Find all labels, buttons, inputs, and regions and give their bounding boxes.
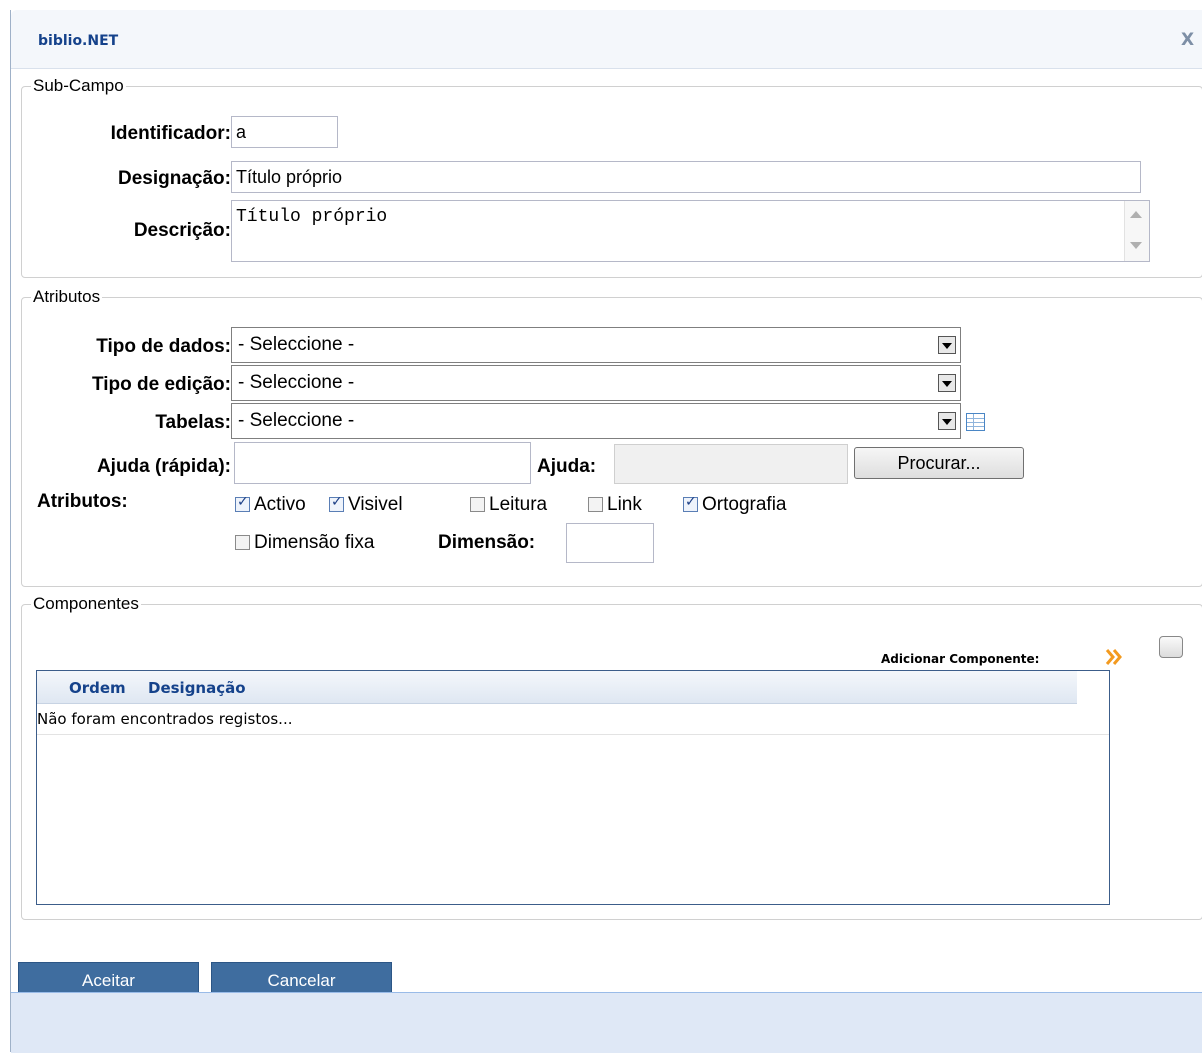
tipo-dados-label: Tipo de dados:: [96, 336, 231, 357]
tabelas-select[interactable]: - Seleccione -: [231, 403, 961, 439]
tipo-edicao-label: Tipo de edição:: [91, 374, 231, 395]
ortografia-checkbox[interactable]: [683, 494, 698, 512]
dimensao-fixa-checkbox[interactable]: [235, 535, 250, 550]
add-component-button[interactable]: [1159, 636, 1183, 658]
close-icon[interactable]: X: [1181, 30, 1194, 50]
componentes-legend: Componentes: [33, 594, 139, 613]
designacao-input[interactable]: Título próprio: [231, 161, 1141, 193]
dialog-titlebar[interactable]: biblio.NET X: [11, 10, 1202, 69]
tabelas-label: Tabelas:: [155, 412, 231, 433]
procurar-button[interactable]: Procurar...: [854, 447, 1024, 479]
activo-checkbox[interactable]: [235, 494, 250, 512]
ajuda-rapida-label: Ajuda (rápida):: [96, 456, 231, 477]
componentes-grid: Ordem Designação Não foram encontrados r…: [36, 670, 1110, 905]
dimensao-fixa-label: Dimensão fixa: [254, 532, 375, 553]
ortografia-label: Ortografia: [702, 494, 787, 515]
leitura-label: Leitura: [489, 494, 548, 515]
descricao-text: Título próprio: [236, 207, 388, 227]
descricao-textarea[interactable]: Título próprio: [231, 200, 1150, 262]
column-designacao[interactable]: Designação: [148, 679, 246, 697]
descricao-scrollbar[interactable]: [1124, 201, 1149, 261]
tipo-dados-value: - Seleccione -: [238, 334, 355, 355]
activo-label: Activo: [254, 494, 306, 515]
visivel-checkbox[interactable]: [329, 494, 344, 512]
descricao-label: Descrição:: [133, 220, 231, 241]
dialog-title: biblio.NET: [38, 33, 119, 49]
dropdown-arrow-icon[interactable]: [938, 336, 956, 354]
subcampo-legend: Sub-Campo: [33, 76, 124, 95]
dimensao-input[interactable]: [566, 523, 654, 563]
atributos-legend: Atributos: [33, 287, 101, 306]
tipo-dados-select[interactable]: - Seleccione -: [231, 327, 961, 363]
grid-header: Ordem Designação: [37, 671, 1077, 704]
dimensao-label: Dimensão:: [438, 532, 536, 553]
dropdown-arrow-icon[interactable]: [938, 412, 956, 430]
leitura-checkbox[interactable]: [470, 497, 485, 512]
dropdown-arrow-icon[interactable]: [938, 374, 956, 392]
identificador-label: Identificador:: [110, 123, 231, 144]
link-checkbox[interactable]: [588, 497, 603, 512]
tipo-edicao-select[interactable]: - Seleccione -: [231, 365, 961, 401]
column-ordem[interactable]: Ordem: [69, 679, 126, 697]
tipo-edicao-value: - Seleccione -: [238, 372, 355, 393]
scroll-up-icon[interactable]: [1130, 211, 1142, 218]
table-icon[interactable]: [966, 413, 985, 431]
adicionar-componente-label: Adicionar Componente:: [881, 652, 1040, 666]
link-label: Link: [607, 494, 642, 515]
ajuda-label: Ajuda:: [537, 456, 597, 477]
tabelas-value: - Seleccione -: [238, 410, 355, 431]
identificador-input[interactable]: a: [231, 116, 338, 148]
ajuda-input[interactable]: [614, 444, 848, 484]
atributos-checkbox-label: Atributos:: [37, 491, 128, 512]
visivel-label: Visivel: [348, 494, 403, 515]
dialog-window: biblio.NET X Sub-Campo Identificador: a …: [10, 10, 1202, 1053]
grid-empty-row: Não foram encontrados registos...: [37, 704, 1109, 735]
designacao-label: Designação:: [118, 168, 231, 189]
ajuda-rapida-input[interactable]: [234, 442, 531, 484]
scroll-down-icon[interactable]: [1130, 242, 1142, 249]
dialog-footer-bar: [11, 992, 1202, 1053]
double-chevron-right-icon: [1104, 646, 1124, 668]
